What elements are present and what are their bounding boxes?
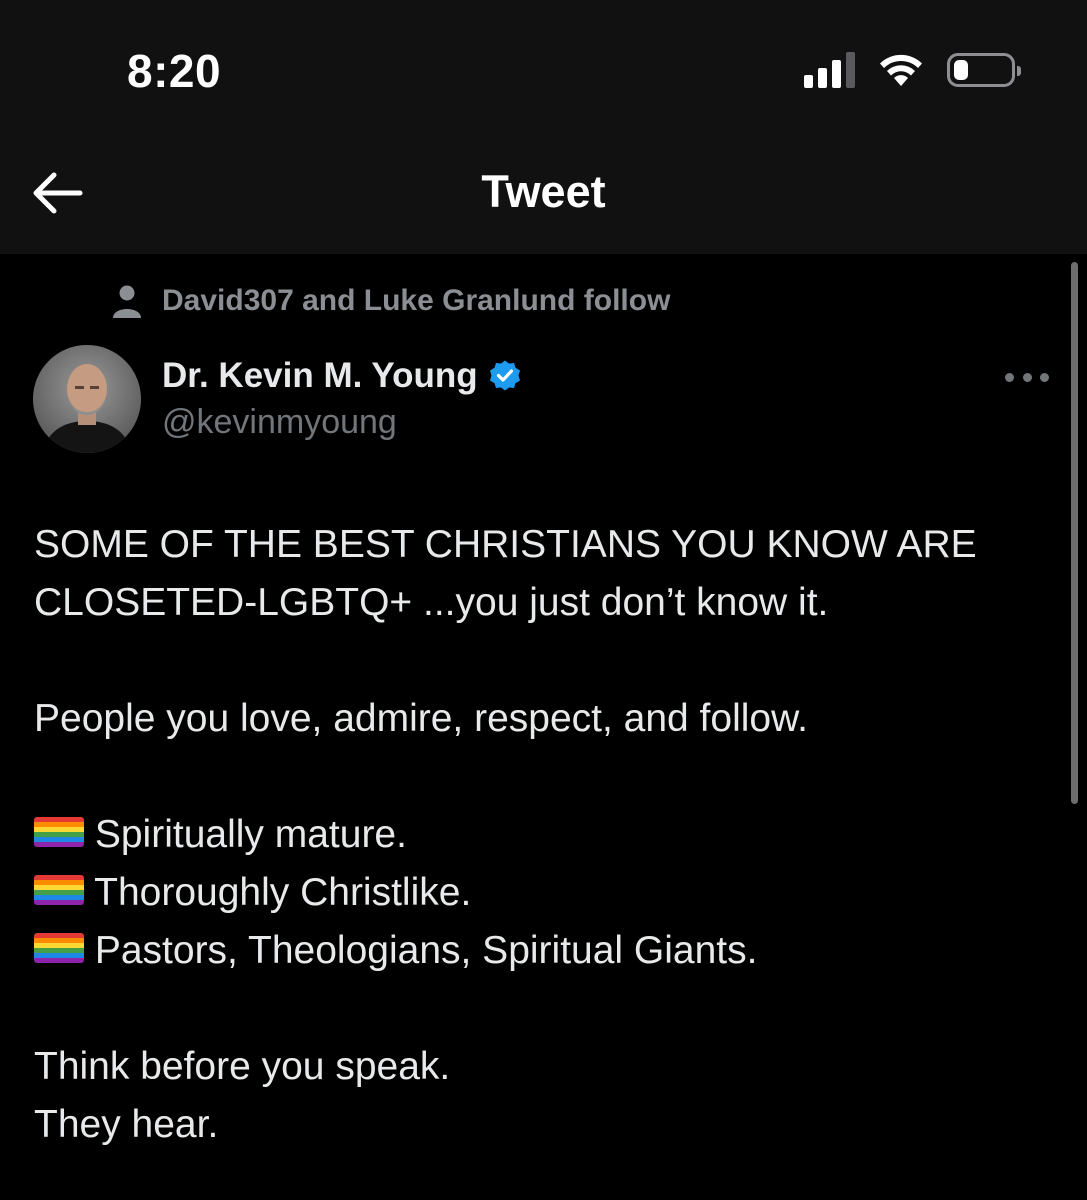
top-bar: 8:20 Tweet xyxy=(0,0,1087,254)
cellular-signal-icon xyxy=(804,52,855,88)
tweet-line: SOME OF THE BEST CHRISTIANS YOU KNOW ARE xyxy=(34,523,977,566)
social-context: David307 and Luke Granlund follow xyxy=(112,284,670,318)
more-dot xyxy=(1040,372,1049,382)
bullet-text: Thoroughly Christlike. xyxy=(94,871,472,914)
tweet-line: People you love, admire, respect, and fo… xyxy=(34,697,808,740)
avatar[interactable] xyxy=(33,345,141,453)
more-dot xyxy=(1022,372,1032,382)
rainbow-flag-icon xyxy=(34,933,84,963)
scrollbar[interactable] xyxy=(1071,262,1078,804)
tweet-text: SOME OF THE BEST CHRISTIANS YOU KNOW ARE… xyxy=(34,516,1034,1154)
status-icons xyxy=(804,52,1021,88)
person-icon xyxy=(113,285,141,318)
tweet-line: CLOSETED-LGBTQ+ ...you just don’t know i… xyxy=(34,581,829,624)
author-display-name[interactable]: Dr. Kevin M. Young xyxy=(162,356,478,396)
rainbow-flag-icon xyxy=(34,817,84,847)
verified-badge-icon xyxy=(489,360,520,391)
more-options-button[interactable] xyxy=(1005,368,1049,386)
author-name-row[interactable]: Dr. Kevin M. Young xyxy=(162,356,522,396)
rainbow-flag-icon xyxy=(34,875,84,905)
bullet-text: Pastors, Theologians, Spiritual Giants. xyxy=(94,929,758,972)
bullet-line: Spiritually mature. xyxy=(34,806,1034,864)
wifi-icon xyxy=(880,54,922,86)
bullet-line: Thoroughly Christlike. xyxy=(34,864,1034,922)
author-handle[interactable]: @kevinmyoung xyxy=(162,403,397,442)
tweet-line: They hear. xyxy=(34,1103,219,1146)
social-context-text: David307 and Luke Granlund follow xyxy=(162,284,671,317)
avatar-image xyxy=(33,345,141,453)
battery-level xyxy=(954,60,968,80)
bullet-line: Pastors, Theologians, Spiritual Giants. xyxy=(34,922,1034,980)
status-time: 8:20 xyxy=(127,45,222,97)
tweet-line: Think before you speak. xyxy=(34,1045,451,1088)
page-title: Tweet xyxy=(481,166,606,217)
bullet-text: Spiritually mature. xyxy=(94,813,407,856)
more-dot xyxy=(1005,372,1014,382)
battery-icon xyxy=(947,53,1021,87)
